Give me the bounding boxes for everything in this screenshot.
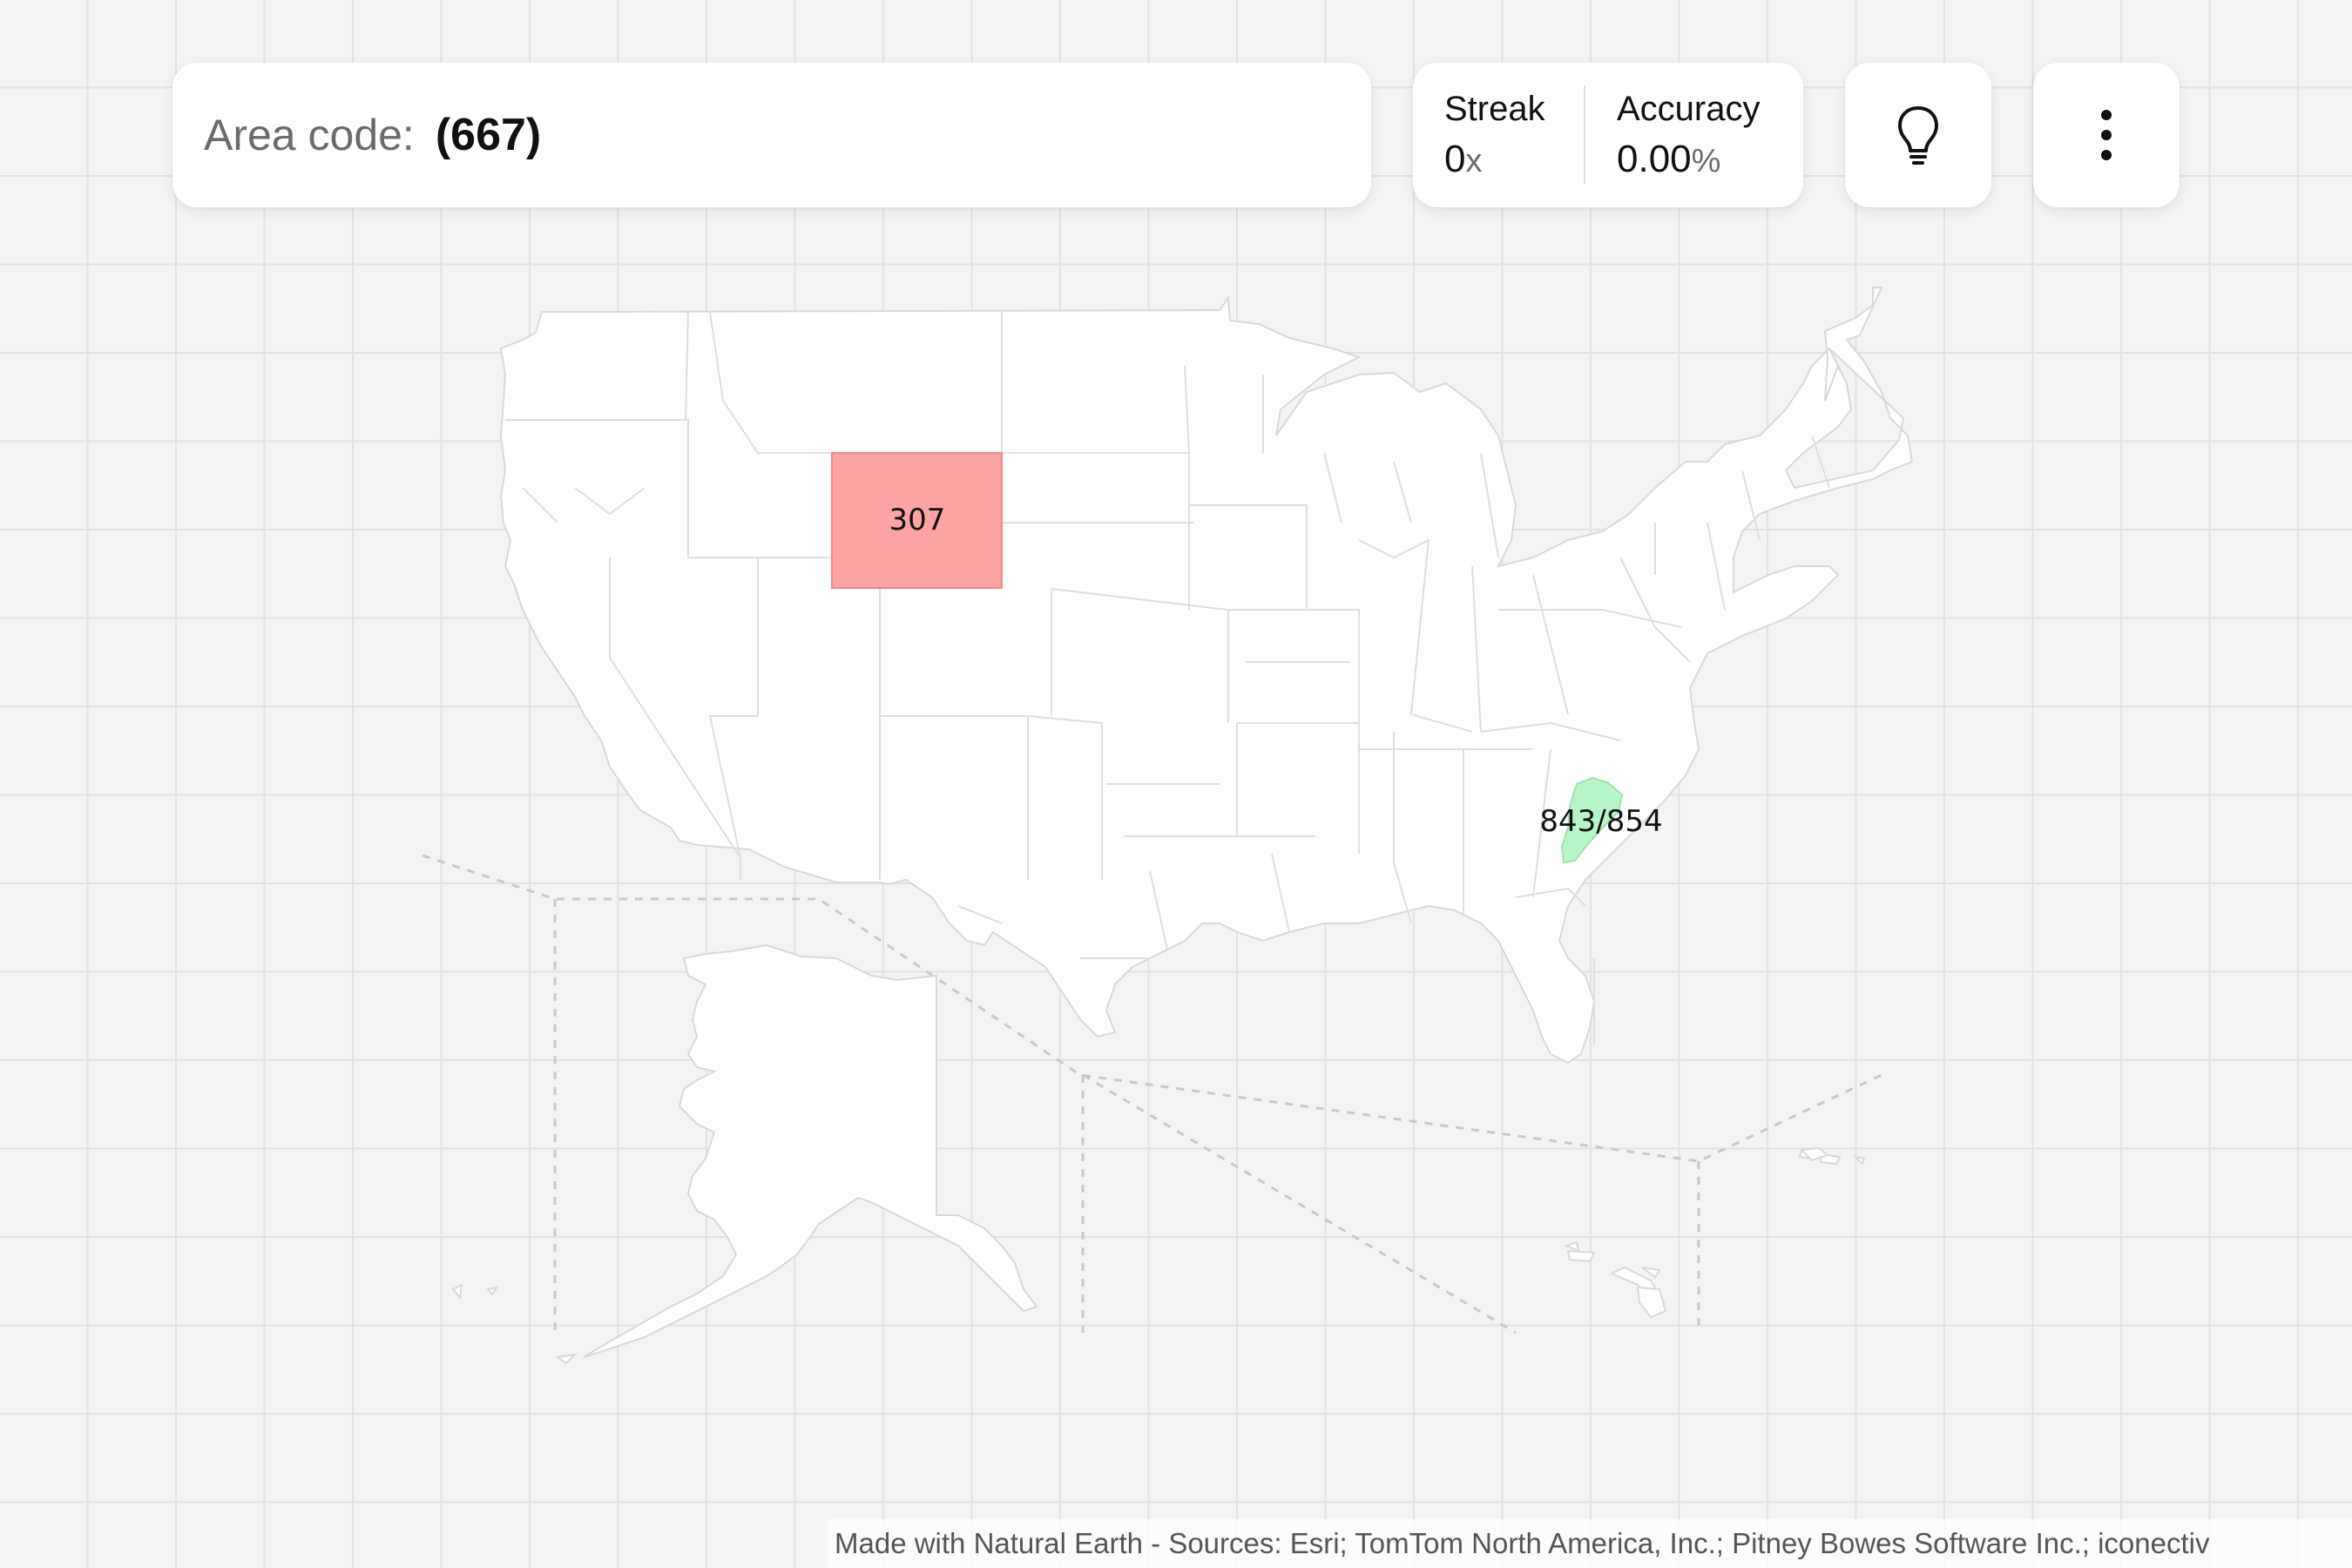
accuracy-stat: Accuracy 0.00% — [1585, 63, 1761, 207]
more-options-button[interactable] — [2033, 63, 2180, 207]
area-code-label: Area code: — [204, 111, 415, 159]
streak-stat: Streak 0x — [1413, 63, 1584, 207]
streak-value-row: 0x — [1444, 138, 1584, 181]
accuracy-unit: % — [1691, 142, 1721, 179]
alaska-landmass[interactable] — [583, 943, 1038, 1358]
area-code-843-854-label: 843/854 — [1539, 804, 1662, 839]
area-code-307-label: 307 — [889, 503, 946, 537]
accuracy-label: Accuracy — [1617, 89, 1761, 128]
lightbulb-icon — [1898, 106, 1938, 165]
hawaii-islands[interactable] — [1564, 1146, 1866, 1319]
more-vertical-icon — [2101, 110, 2112, 160]
area-code-map[interactable]: 307 843/854 — [0, 0, 2352, 1568]
streak-unit: x — [1465, 142, 1483, 179]
stats-panel: Streak 0x Accuracy 0.00% — [1413, 63, 1803, 207]
area-code-value: (667) — [435, 110, 542, 160]
accuracy-value: 0.00 — [1617, 137, 1692, 180]
streak-value: 0 — [1444, 137, 1466, 180]
area-code-prompt: Area code: (667) — [172, 63, 1371, 207]
map-attribution: Made with Natural Earth - Sources: Esri;… — [828, 1519, 2352, 1568]
streak-label: Streak — [1444, 89, 1545, 128]
aleutian-islands — [451, 1283, 578, 1365]
hint-button[interactable] — [1845, 63, 1991, 207]
contiguous-us-landmass[interactable] — [499, 287, 1914, 1064]
accuracy-value-row: 0.00% — [1617, 138, 1761, 181]
